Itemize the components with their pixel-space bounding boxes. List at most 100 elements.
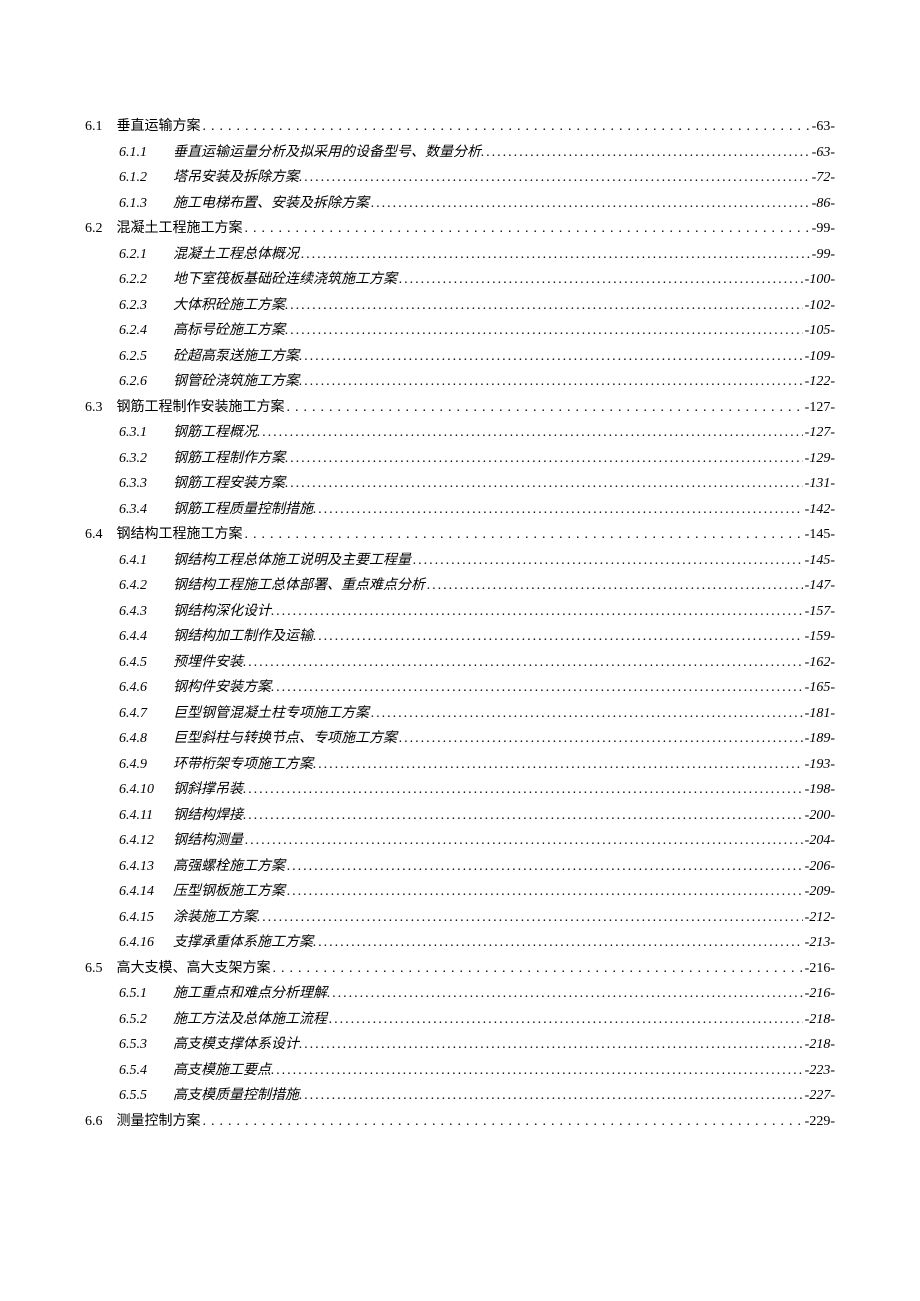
toc-entry[interactable]: 6.4.13高强螺栓施工方案..........................…	[85, 860, 835, 874]
toc-leader-dots: ........................................…	[291, 324, 803, 338]
toc-entry-number: 6.2.3	[119, 299, 159, 313]
toc-entry[interactable]: 6.4.16支撑承重体系施工方案........................…	[85, 936, 835, 950]
toc-entry-page: -145-	[805, 528, 835, 542]
toc-entry[interactable]: 6.1.1垂直运输运量分析及拟采用的设备型号、数量分析.............…	[85, 146, 835, 160]
toc-entry-number: 6.5	[85, 962, 103, 976]
toc-entry-title: 涂装施工方案.	[173, 911, 261, 925]
toc-entry-number: 6.4.11	[119, 809, 159, 823]
toc-entry-number: 6.4.16	[119, 936, 159, 950]
toc-entry-number: 6.4.15	[119, 911, 159, 925]
toc-leader-dots: ........................................…	[287, 860, 803, 874]
toc-entry[interactable]: 6.4.9环带桁架专项施工方案.........................…	[85, 758, 835, 772]
toc-entry[interactable]: 6.4.15 涂装施工方案............................…	[85, 911, 835, 925]
toc-entry[interactable]: 6.3.1钢筋工程概况.............................…	[85, 426, 835, 440]
toc-leader-dots: ........................................…	[305, 1089, 803, 1103]
toc-leader-dots: ........................................…	[399, 732, 803, 746]
toc-entry-page: -218-	[805, 1038, 835, 1052]
toc-entry[interactable]: 6.2.3大体积砼施工方案...........................…	[85, 299, 835, 313]
toc-entry[interactable]: 6.2 混凝土工程施工方案............................…	[85, 222, 835, 236]
toc-leader-dots: ........................................…	[291, 452, 803, 466]
toc-leader-dots: ........................................…	[319, 630, 803, 644]
toc-entry[interactable]: 6.4.7巨型钢管混凝土柱专项施工方案.....................…	[85, 707, 835, 721]
toc-entry-number: 6.4.6	[119, 681, 159, 695]
toc-entry-page: -206-	[805, 860, 835, 874]
toc-entry-number: 6.5.2	[119, 1013, 159, 1027]
toc-leader-dots: ........................................…	[319, 758, 803, 772]
toc-page: 6.1 垂直运输方案...............................…	[0, 0, 920, 1240]
toc-entry-page: -181-	[805, 707, 835, 721]
toc-entry-number: 6.5.4	[119, 1064, 159, 1078]
toc-entry-title: 钢筋工程概况.	[173, 426, 261, 440]
toc-entry-number: 6.2.2	[119, 273, 159, 287]
toc-entry-title: 高大支模、高大支架方案	[117, 962, 271, 976]
toc-leader-dots: ........................................…	[263, 911, 803, 925]
toc-entry[interactable]: 6.2.5砼超高泵送施工方案..........................…	[85, 350, 835, 364]
toc-entry-title: 混凝土工程施工方案	[117, 222, 243, 236]
toc-entry-number: 6.2	[85, 222, 103, 236]
toc-entry[interactable]: 6.2.6钢管砼浇筑施工方案..........................…	[85, 375, 835, 389]
toc-entry[interactable]: 6.2.1混凝土工程总体概况..........................…	[85, 248, 835, 262]
toc-entry[interactable]: 6.4.1钢结构工程总体施工说明及主要工程量..................…	[85, 554, 835, 568]
toc-entry-number: 6.1.3	[119, 197, 159, 211]
toc-entry-number: 6.2.1	[119, 248, 159, 262]
toc-entry[interactable]: 6.4.10钢斜撑吊装.............................…	[85, 783, 835, 797]
toc-entry[interactable]: 6.4.2钢结构工程施工总体部署、重点难点分析.................…	[85, 579, 835, 593]
toc-entry[interactable]: 6.6测量控制方案...............................…	[85, 1115, 835, 1129]
toc-entry-page: -86-	[812, 197, 835, 211]
toc-entry[interactable]: 6.1.3施工电梯布置、安装及拆除方案.....................…	[85, 197, 835, 211]
toc-leader-dots: ........................................…	[245, 528, 803, 542]
toc-leader-dots: ........................................…	[263, 426, 803, 440]
toc-entry-title: 垂直运输方案	[117, 120, 201, 134]
toc-entry-number: 6.3.2	[119, 452, 159, 466]
toc-entry[interactable]: 6.4.3钢结构深化设计............................…	[85, 605, 835, 619]
toc-entry[interactable]: 6.4.8巨型斜柱与转换节点、专项施工方案...................…	[85, 732, 835, 746]
toc-entry-title: 钢结构焊接.	[173, 809, 247, 823]
toc-entry-number: 6.2.4	[119, 324, 159, 338]
toc-entry[interactable]: 6.4钢结构工程施工方案............................…	[85, 528, 835, 542]
toc-entry[interactable]: 6.2.2地下室筏板基础砼连续浇筑施工方案...................…	[85, 273, 835, 287]
toc-entry-page: -102-	[805, 299, 835, 313]
toc-leader-dots: ........................................…	[249, 783, 803, 797]
toc-entry-title: 钢筋工程质量控制措施.	[173, 503, 317, 517]
toc-entry-page: -147-	[805, 579, 835, 593]
toc-entry[interactable]: 6.3.3钢筋工程安装方案...........................…	[85, 477, 835, 491]
toc-entry-title: 预埋件安装.	[173, 656, 247, 670]
toc-entry-title: 高支模质量控制措施.	[173, 1089, 303, 1103]
toc-entry-number: 6.6	[85, 1115, 103, 1129]
toc-entry[interactable]: 6.5.5高支模质量控制措施..........................…	[85, 1089, 835, 1103]
toc-entry[interactable]: 6.5.3高支模支撑体系设计..........................…	[85, 1038, 835, 1052]
toc-entry-page: -216-	[805, 962, 835, 976]
toc-entry-page: -127-	[805, 426, 835, 440]
toc-entry-title: 压型钢板施工方案	[173, 885, 285, 899]
toc-entry[interactable]: 6.2.4高标号砼施工方案...........................…	[85, 324, 835, 338]
toc-entry-number: 6.1	[85, 120, 103, 134]
toc-leader-dots: ........................................…	[319, 503, 803, 517]
toc-entry[interactable]: 6.4.14压型钢板施工方案..........................…	[85, 885, 835, 899]
toc-entry-page: -63-	[812, 120, 835, 134]
toc-entry-page: -105-	[805, 324, 835, 338]
toc-entry[interactable]: 6.1垂直运输方案...............................…	[85, 120, 835, 134]
toc-entry[interactable]: 6.1.2塔吊安装及拆除方案..........................…	[85, 171, 835, 185]
toc-entry[interactable]: 6.3钢筋工程制作安装施工方案.........................…	[85, 401, 835, 415]
toc-entry-page: -227-	[805, 1089, 835, 1103]
toc-leader-dots: ........................................…	[203, 1115, 803, 1129]
toc-entry[interactable]: 6.3.4钢筋工程质量控制措施.........................…	[85, 503, 835, 517]
toc-entry[interactable]: 6.5高大支模、高大支架方案..........................…	[85, 962, 835, 976]
toc-entry[interactable]: 6.4.6钢构件安装方案............................…	[85, 681, 835, 695]
toc-entry-title: 大体积砼施工方案.	[173, 299, 289, 313]
toc-entry[interactable]: 6.5.4高支模施工要点............................…	[85, 1064, 835, 1078]
toc-entry-number: 6.1.1	[119, 146, 159, 160]
toc-leader-dots: ........................................…	[245, 222, 810, 236]
toc-entry-title: 支撑承重体系施工方案.	[173, 936, 317, 950]
toc-entry[interactable]: 6.5.2施工方法及总体施工流程........................…	[85, 1013, 835, 1027]
toc-entry[interactable]: 6.4.12钢结构测量.............................…	[85, 834, 835, 848]
toc-entry[interactable]: 6.5.1施工重点和难点分析理解........................…	[85, 987, 835, 1001]
toc-entry[interactable]: 6.3.2钢筋工程制作方案...........................…	[85, 452, 835, 466]
toc-entry-page: -122-	[805, 375, 835, 389]
toc-entry[interactable]: 6.4.11钢结构焊接.............................…	[85, 809, 835, 823]
toc-entry-page: -212-	[805, 911, 835, 925]
toc-entry[interactable]: 6.4.5预埋件安装..............................…	[85, 656, 835, 670]
toc-entry[interactable]: 6.4.4钢结构加工制作及运输.........................…	[85, 630, 835, 644]
toc-leader-dots: ........................................…	[371, 197, 810, 211]
toc-entry-page: -72-	[812, 171, 835, 185]
